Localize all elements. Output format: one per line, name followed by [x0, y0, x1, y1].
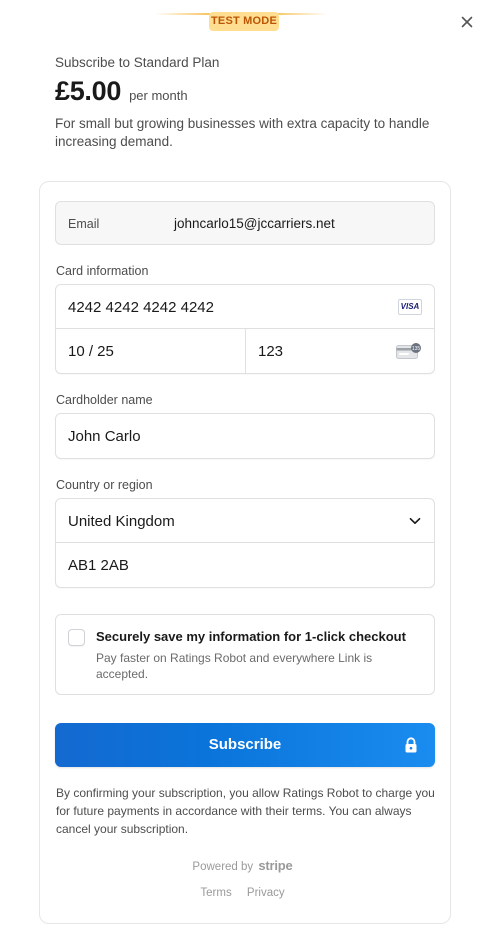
cvc-value[interactable]: 123	[258, 343, 283, 360]
plan-description: For small but growing businesses with ex…	[55, 116, 430, 149]
close-icon[interactable]	[458, 13, 476, 31]
test-mode-badge: TEST MODE	[209, 12, 279, 31]
terms-link[interactable]: Terms	[200, 887, 231, 899]
save-info-title: Securely save my information for 1-click…	[96, 629, 406, 644]
expiry-field[interactable]: 10 / 25	[56, 329, 245, 373]
email-label: Email	[68, 217, 100, 231]
cardholder-row[interactable]: John Carlo	[56, 414, 434, 458]
stripe-logo[interactable]: stripe	[258, 858, 292, 873]
visa-icon: VISA	[398, 299, 422, 315]
country-label: Country or region	[56, 478, 153, 492]
cvc-card-icon: 135	[396, 343, 421, 359]
billing-period: per month	[129, 88, 188, 103]
card-info-group: 4242 4242 4242 4242 VISA 10 / 25 123 135	[55, 284, 435, 374]
country-select[interactable]: United Kingdom	[56, 499, 434, 543]
cardholder-label: Cardholder name	[56, 393, 153, 407]
price-row: £5.00 per month	[55, 76, 188, 107]
visa-label: VISA	[400, 302, 420, 311]
powered-by-label: Powered by	[192, 861, 254, 873]
postal-code-value[interactable]: AB1 2AB	[68, 557, 129, 574]
close-button[interactable]	[458, 13, 476, 31]
footer-links: Terms Privacy	[0, 887, 485, 899]
legal-text: By confirming your subscription, you all…	[56, 786, 435, 836]
cvc-field[interactable]: 123 135	[245, 329, 434, 373]
plan-name: Subscribe to Standard Plan	[55, 55, 220, 70]
card-number-field[interactable]: 4242 4242 4242 4242 VISA	[56, 285, 434, 329]
chevron-down-icon[interactable]	[409, 515, 421, 527]
lock-icon	[405, 737, 417, 753]
country-value[interactable]: United Kingdom	[68, 513, 175, 530]
save-info-checkbox[interactable]	[68, 629, 85, 646]
email-value[interactable]: johncarlo15@jccarriers.net	[174, 216, 335, 231]
save-info-subtitle: Pay faster on Ratings Robot and everywhe…	[96, 651, 373, 681]
svg-text:135: 135	[412, 346, 421, 352]
card-number-value[interactable]: 4242 4242 4242 4242	[68, 299, 214, 316]
email-field[interactable]: Email johncarlo15@jccarriers.net	[55, 201, 435, 245]
cardholder-field[interactable]: John Carlo	[55, 413, 435, 459]
save-info-box[interactable]: Securely save my information for 1-click…	[55, 614, 435, 695]
privacy-link[interactable]: Privacy	[247, 887, 285, 899]
postal-code-field[interactable]: AB1 2AB	[56, 543, 434, 587]
cardholder-value[interactable]: John Carlo	[68, 428, 141, 445]
country-group: United Kingdom AB1 2AB	[55, 498, 435, 588]
expiry-value[interactable]: 10 / 25	[68, 343, 114, 360]
subscribe-button[interactable]: Subscribe	[55, 723, 435, 767]
subscribe-label: Subscribe	[208, 736, 282, 753]
price: £5.00	[55, 76, 122, 106]
card-expiry-cvc-row: 10 / 25 123 135	[56, 329, 434, 373]
powered-by[interactable]: Powered by stripe	[0, 858, 485, 873]
card-info-label: Card information	[56, 264, 149, 278]
